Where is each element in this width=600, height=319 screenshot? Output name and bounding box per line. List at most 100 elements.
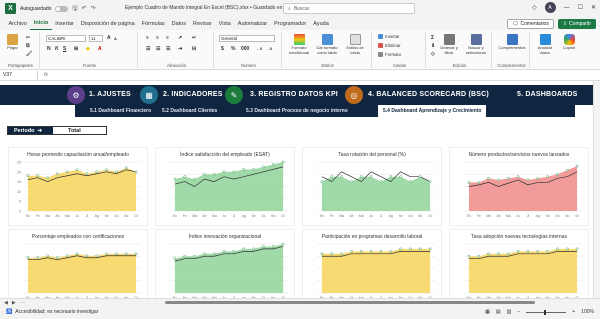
tab-inicio[interactable]: Inicio	[30, 17, 52, 30]
normal-view-icon[interactable]: ▦	[485, 309, 490, 315]
zoom-level[interactable]: 100%	[581, 309, 594, 315]
tab-automatizar[interactable]: Automatizar	[234, 17, 270, 30]
accessibility-status[interactable]: Accesibilidad: es necesario investigar	[15, 309, 98, 315]
kpi-chart-card[interactable]: Índice satisfacción del empleado (ESAT) E…	[155, 147, 295, 226]
sort-filter-button[interactable]: Ordenar y filtrar	[437, 34, 461, 55]
align-top-icon[interactable]: ≡	[146, 35, 149, 41]
tab-programador[interactable]: Programador	[271, 17, 310, 30]
kpi-chart-card[interactable]: Índice innovación organizacionalEnFeMaAb…	[155, 229, 295, 308]
shrink-font-icon[interactable]: A	[114, 36, 117, 41]
zoom-slider[interactable]	[526, 309, 567, 315]
name-box[interactable]: V37	[0, 70, 38, 80]
share-button[interactable]: ⇪ Compartir	[557, 19, 596, 29]
align-middle-icon[interactable]: ≡	[156, 35, 159, 41]
comments-button[interactable]: 🗨 Comentarios	[507, 19, 554, 29]
format-painter-icon[interactable]: 🖌	[26, 51, 32, 57]
undo-icon[interactable]: ↶	[82, 5, 87, 12]
merge-icon[interactable]: ⊟	[192, 46, 196, 52]
nav-item-2[interactable]: 2. INDICADORES	[163, 91, 223, 98]
redo-icon[interactable]: ↷	[91, 5, 96, 12]
scroll-thumb[interactable]	[165, 301, 535, 304]
kpi-chart-card[interactable]: Tasa rotación del personal (%) En Fe Ma Ab Ma…	[302, 147, 442, 226]
tab-archivo[interactable]: Archivo	[5, 17, 30, 30]
tab-ayuda[interactable]: Ayuda	[310, 17, 333, 30]
align-bottom-icon[interactable]: ≡	[166, 35, 169, 41]
currency-icon[interactable]: $	[221, 46, 224, 52]
period-value[interactable]: Total	[53, 127, 106, 134]
minimize-icon[interactable]: —	[564, 5, 570, 11]
nav-item-1[interactable]: 1. AJUSTES	[89, 91, 131, 98]
fill-color-icon[interactable]: ◈	[86, 46, 90, 52]
cell-styles-button[interactable]: Estilos de celda	[342, 34, 368, 55]
copy-icon[interactable]: ⧉	[26, 43, 30, 49]
search-box[interactable]: ⌕ Buscar	[283, 3, 415, 14]
horizontal-scrollbar[interactable]: ◀ ▶ ⋯	[0, 298, 600, 306]
clear-icon[interactable]: ◇	[431, 51, 435, 57]
format-table-button[interactable]: Dar formato como tabla	[313, 34, 341, 55]
nav-item-3[interactable]: 3. REGISTRO DATOS KPI	[250, 91, 338, 98]
fill-icon[interactable]: ⬇	[431, 43, 435, 49]
cut-icon[interactable]: ✂	[26, 35, 30, 41]
subnav-item-2[interactable]: 5.2 Dashboard Clientes	[157, 105, 222, 117]
tab-vista[interactable]: Vista	[215, 17, 234, 30]
grow-font-icon[interactable]: A	[107, 35, 111, 41]
subnav-item-3[interactable]: 5.3 Dashboard Proceso de negocio interno	[241, 105, 353, 117]
tab-disposición-de-página[interactable]: Disposición de página	[77, 17, 138, 30]
kpi-chart-card[interactable]: Número productos/servicios nuevos lanzad…	[449, 147, 589, 226]
bold-icon[interactable]: N	[47, 46, 51, 52]
save-icon[interactable]: 🖫	[72, 4, 77, 14]
autosum-icon[interactable]: Σ	[431, 35, 434, 41]
font-size-select[interactable]: 11	[89, 35, 103, 42]
decrease-decimal-icon[interactable]: →0	[266, 46, 272, 51]
vertical-scrollbar[interactable]	[593, 81, 600, 298]
orientation-icon[interactable]: ↗	[178, 35, 182, 41]
align-right-icon[interactable]: ☰	[166, 46, 170, 52]
kpi-chart-card[interactable]: Participación en programas desarrollo la…	[302, 229, 442, 308]
delete-button[interactable]: Eliminar	[378, 43, 401, 48]
tab-insertar[interactable]: Insertar	[52, 17, 78, 30]
font-name-select[interactable]: CALIBRI	[46, 35, 86, 42]
paste-button[interactable]: Pegar	[7, 34, 18, 51]
conditional-format-button[interactable]: Formato condicional	[286, 34, 312, 55]
zoom-in-icon[interactable]: +	[572, 309, 575, 315]
autosave-toggle[interactable]	[55, 5, 69, 12]
close-icon[interactable]: ✕	[591, 4, 596, 11]
increase-decimal-icon[interactable]: ←0	[256, 46, 262, 51]
kpi-chart-card[interactable]: Porcentaje empleados con certificaciones…	[8, 229, 148, 308]
thousands-icon[interactable]: 000	[241, 46, 249, 52]
page-break-icon[interactable]: ▥	[507, 309, 512, 315]
page-layout-icon[interactable]: ▤	[496, 309, 501, 315]
border-icon[interactable]: ⊞	[74, 46, 78, 52]
copilot-button[interactable]: Copilot	[558, 34, 580, 51]
period-selector[interactable]: Periodo ➔ Total	[7, 126, 107, 135]
tab-datos[interactable]: Datos	[168, 17, 189, 30]
diamond-icon[interactable]: ◇	[532, 4, 537, 11]
subnav-item-1[interactable]: 5.1 Dashboard Financiero	[85, 105, 156, 117]
nav-item-4[interactable]: 4. BALANCED SCORECARD (BSC)	[368, 91, 489, 98]
insert-button[interactable]: Insertar	[378, 34, 400, 39]
addins-button[interactable]: Complementos	[496, 34, 528, 51]
tab-revisar[interactable]: Revisar	[190, 17, 216, 30]
underline-icon[interactable]: S	[63, 46, 66, 52]
format-button[interactable]: Formato	[378, 52, 401, 57]
font-color-icon[interactable]: A	[98, 46, 102, 52]
align-center-icon[interactable]: ☰	[156, 46, 160, 52]
number-format-select[interactable]: General	[219, 35, 275, 42]
italic-icon[interactable]: K	[55, 46, 59, 52]
indent-icon[interactable]: ⇥	[178, 46, 182, 52]
align-left-icon[interactable]: ☰	[146, 46, 150, 52]
nav-item-5[interactable]: 5. DASHBOARDS	[517, 91, 578, 98]
fx-icon[interactable]: fx	[44, 72, 48, 78]
subnav-item-4[interactable]: 5.4 Dashboard Aprendizaje y Crecimiento	[378, 105, 487, 117]
find-select-button[interactable]: Buscar y seleccionar	[462, 34, 490, 55]
zoom-out-icon[interactable]: −	[517, 309, 520, 315]
kpi-chart-card[interactable]: Horas promedio capacitación anual/emplea…	[8, 147, 148, 226]
kpi-chart-card[interactable]: Tasa adopción nuevas tecnologías interna…	[449, 229, 589, 308]
analyze-button[interactable]: Analizar datos	[534, 34, 556, 55]
worksheet[interactable]: ⚙ 1. AJUSTES ▦ 2. INDICADORES ✎ 3. REGISTRO D…	[0, 81, 600, 308]
avatar[interactable]: A	[544, 2, 556, 13]
maximize-icon[interactable]: ☐	[578, 4, 583, 11]
percent-icon[interactable]: %	[231, 46, 235, 52]
wrap-text-icon[interactable]: ↵	[192, 35, 196, 41]
tab-fórmulas[interactable]: Fórmulas	[138, 17, 168, 30]
